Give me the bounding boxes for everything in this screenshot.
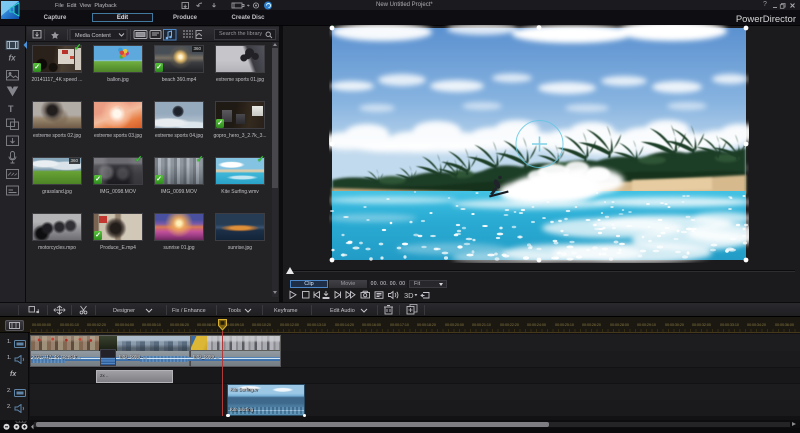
svg-text:3D: 3D xyxy=(404,291,414,300)
svg-text:Designer: Designer xyxy=(113,308,135,314)
svg-text:Tools: Tools xyxy=(228,308,241,314)
svg-text:T: T xyxy=(8,104,14,114)
svg-text:fx: fx xyxy=(9,54,17,63)
svg-text:Edit Audio: Edit Audio xyxy=(330,308,355,314)
svg-text:Keyframe: Keyframe xyxy=(274,308,298,314)
svg-text:Media Content: Media Content xyxy=(75,33,111,39)
svg-text:Fix / Enhance: Fix / Enhance xyxy=(172,308,206,314)
